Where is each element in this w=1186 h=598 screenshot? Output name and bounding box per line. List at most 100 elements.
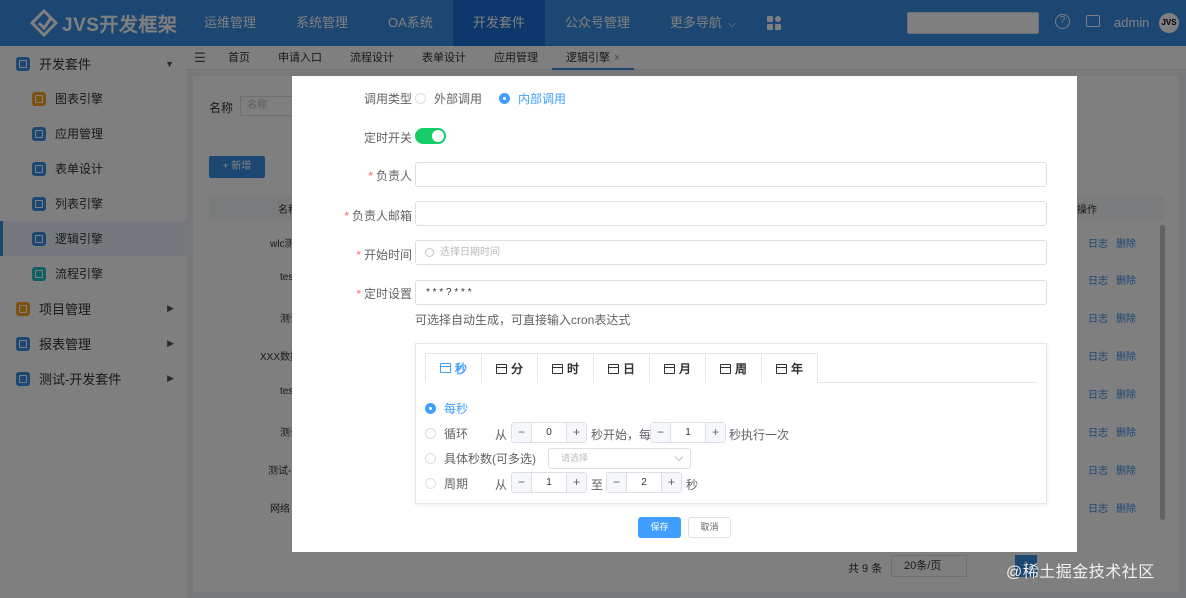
log-link[interactable]: 日志 xyxy=(1088,348,1108,363)
help-icon[interactable]: ? xyxy=(1055,14,1070,29)
call-internal-radio[interactable]: 内部调用 xyxy=(499,90,566,107)
sidebar-item-report-mgmt[interactable]: 报表管理 ▶ xyxy=(0,326,186,361)
sidebar-item-list-engine[interactable]: 列表引擎 xyxy=(0,186,186,221)
pager-size-select[interactable]: 20条/页 xyxy=(891,555,967,577)
radio-dot xyxy=(415,93,426,104)
tab-hour[interactable]: 时 xyxy=(537,353,594,383)
period-to-stepper[interactable]: − 2 + xyxy=(606,472,682,493)
close-icon[interactable]: × xyxy=(614,52,620,64)
stepper-value[interactable]: 0 xyxy=(532,423,566,442)
timer-switch[interactable] xyxy=(415,128,446,144)
loop-start-suffix: 秒开始，每 xyxy=(591,428,652,442)
top-search-input[interactable] xyxy=(907,12,1039,34)
delete-link[interactable]: 删除 xyxy=(1116,500,1136,515)
schedule-label: * 定时设置 xyxy=(292,285,412,302)
minus-icon[interactable]: − xyxy=(651,423,671,442)
new-button[interactable]: + 新增 xyxy=(209,156,265,178)
sidebar: 开发套件 ▼ 图表引擎 应用管理 表单设计 列表引擎 逻辑引擎 流程引擎 项目管… xyxy=(0,46,186,598)
log-link[interactable]: 日志 xyxy=(1088,424,1108,439)
plus-icon[interactable]: + xyxy=(661,473,681,492)
delete-link[interactable]: 删除 xyxy=(1116,310,1136,325)
plus-icon[interactable]: + xyxy=(566,423,586,442)
minus-icon[interactable]: − xyxy=(512,473,532,492)
stepper-value[interactable]: 1 xyxy=(671,423,705,442)
sidebar-item-label: 报表管理 xyxy=(39,337,92,352)
log-link[interactable]: 日志 xyxy=(1088,310,1108,325)
specific-seconds-select[interactable]: 请选择 xyxy=(548,448,691,469)
tab-second[interactable]: 秒 xyxy=(425,353,482,383)
tab-apply[interactable]: 申请入口 xyxy=(264,46,336,70)
plus-icon[interactable]: + xyxy=(566,473,586,492)
sidebar-item-chart-engine[interactable]: 图表引擎 xyxy=(0,81,186,116)
loop-interval-stepper[interactable]: − 1 + xyxy=(650,422,726,443)
cancel-button[interactable]: 取消 xyxy=(688,517,731,538)
log-link[interactable]: 日志 xyxy=(1088,386,1108,401)
minus-icon[interactable]: − xyxy=(512,423,532,442)
delete-link[interactable]: 删除 xyxy=(1116,424,1136,439)
cron-opt-specific[interactable]: 具体秒数(可多选) xyxy=(425,448,536,468)
tab-minute[interactable]: 分 xyxy=(481,353,538,383)
select-placeholder: 请选择 xyxy=(561,453,589,463)
avatar[interactable]: JVS xyxy=(1159,13,1179,33)
search-name-input[interactable]: 名称 xyxy=(240,96,300,116)
call-external-radio[interactable]: 外部调用 xyxy=(415,90,482,107)
log-link[interactable]: 日志 xyxy=(1088,272,1108,287)
user-name[interactable]: admin xyxy=(1114,15,1149,30)
nav-more[interactable]: 更多导航 ⌵ xyxy=(650,0,756,46)
loop-start-stepper[interactable]: − 0 + xyxy=(511,422,587,443)
stepper-value[interactable]: 1 xyxy=(532,473,566,492)
period-from-stepper[interactable]: − 1 + xyxy=(511,472,587,493)
delete-link[interactable]: 删除 xyxy=(1116,348,1136,363)
app-logo[interactable]: JVS开发框架 xyxy=(0,0,190,46)
tab-year[interactable]: 年 xyxy=(761,353,818,383)
nav-oa[interactable]: OA系统 xyxy=(368,0,453,46)
table-scrollbar[interactable] xyxy=(1160,225,1165,520)
owner-email-input[interactable] xyxy=(415,201,1047,226)
tab-logic-engine[interactable]: 逻辑引擎 × xyxy=(552,46,635,70)
tab-flow-design[interactable]: 流程设计 xyxy=(336,46,408,70)
tab-label: 秒 xyxy=(454,361,467,376)
calendar-icon xyxy=(495,363,507,374)
cron-opt-loop[interactable]: 循环 xyxy=(425,423,468,443)
plus-icon[interactable]: + xyxy=(705,423,725,442)
cron-opt-period[interactable]: 周期 xyxy=(425,473,468,493)
cron-expression-input[interactable]: * * * ? * * * xyxy=(415,280,1047,305)
nav-wechat[interactable]: 公众号管理 xyxy=(545,0,650,46)
start-time-placeholder: 选择日期时间 xyxy=(440,247,500,258)
tab-week[interactable]: 周 xyxy=(705,353,762,383)
nav-system[interactable]: 系统管理 xyxy=(276,0,368,46)
delete-link[interactable]: 删除 xyxy=(1116,462,1136,477)
tab-day[interactable]: 日 xyxy=(593,353,650,383)
sidebar-item-devkit[interactable]: 开发套件 ▼ xyxy=(0,46,186,81)
sidebar-item-flow-engine[interactable]: 流程引擎 xyxy=(0,256,186,291)
sidebar-item-app-mgmt[interactable]: 应用管理 xyxy=(0,116,186,151)
log-link[interactable]: 日志 xyxy=(1088,235,1108,250)
log-link[interactable]: 日志 xyxy=(1088,500,1108,515)
menu-toggle-icon[interactable]: ☰ xyxy=(186,50,214,66)
minus-icon[interactable]: − xyxy=(607,473,627,492)
sidebar-item-form-design[interactable]: 表单设计 xyxy=(0,151,186,186)
owner-input[interactable] xyxy=(415,162,1047,187)
logo-icon xyxy=(30,9,58,37)
sidebar-item-label: 逻辑引擎 xyxy=(55,232,104,246)
save-button[interactable]: 保存 xyxy=(638,517,681,538)
sidebar-item-logic-engine[interactable]: 逻辑引擎 xyxy=(0,221,186,256)
nav-devkit[interactable]: 开发套件 xyxy=(452,0,545,46)
tab-month[interactable]: 月 xyxy=(649,353,706,383)
tab-home[interactable]: 首页 xyxy=(214,46,264,70)
start-time-picker[interactable]: 选择日期时间 xyxy=(415,240,1047,265)
log-link[interactable]: 日志 xyxy=(1088,462,1108,477)
sidebar-item-test-devkit[interactable]: 测试-开发套件 ▶ xyxy=(0,361,186,396)
tab-form-design[interactable]: 表单设计 xyxy=(408,46,480,70)
delete-link[interactable]: 删除 xyxy=(1116,235,1136,250)
cron-opt-every[interactable]: 每秒 xyxy=(425,398,468,418)
sidebar-item-project-mgmt[interactable]: 项目管理 ▶ xyxy=(0,291,186,326)
message-icon[interactable] xyxy=(1086,15,1100,27)
apps-grid-icon[interactable] xyxy=(756,0,792,46)
stepper-value[interactable]: 2 xyxy=(627,473,661,492)
delete-link[interactable]: 删除 xyxy=(1116,386,1136,401)
tab-app-mgmt[interactable]: 应用管理 xyxy=(480,46,552,70)
required-mark: * xyxy=(344,209,349,223)
nav-ops[interactable]: 运维管理 xyxy=(184,0,276,46)
delete-link[interactable]: 删除 xyxy=(1116,272,1136,287)
